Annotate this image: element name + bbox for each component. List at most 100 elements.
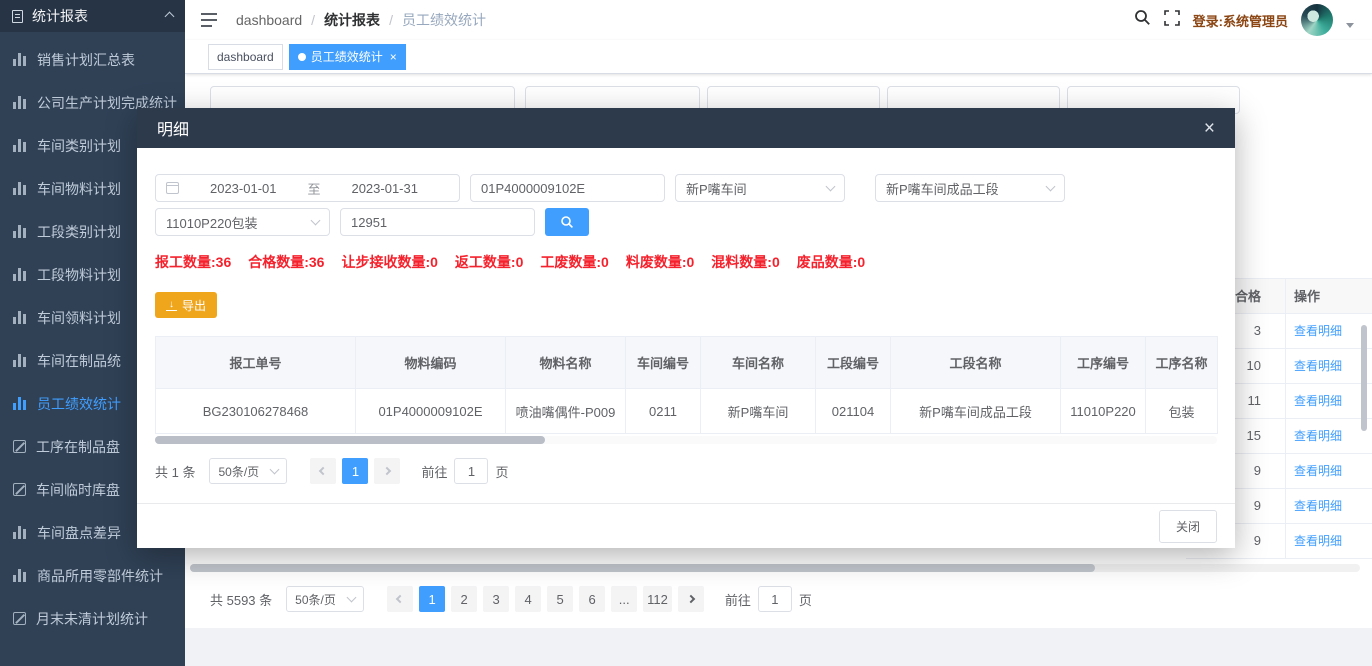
active-dot <box>298 53 306 61</box>
tab-dashboard[interactable]: dashboard <box>208 44 283 70</box>
page-button-1[interactable]: 1 <box>419 586 445 612</box>
chevron-right-icon <box>687 595 695 603</box>
horizontal-scrollbar[interactable] <box>190 564 1360 572</box>
prev-page-button[interactable] <box>310 458 336 484</box>
cell-material-code: 01P4000009102E <box>356 389 506 434</box>
vertical-scrollbar[interactable] <box>1361 325 1367 431</box>
prev-page-button[interactable] <box>387 586 413 612</box>
report-icon <box>12 10 23 23</box>
stat-mixed: 混料数量:0 <box>711 252 779 272</box>
breadcrumb-statistics[interactable]: 统计报表 <box>324 10 380 30</box>
bar-chart-icon <box>13 182 27 195</box>
scrollbar-thumb[interactable] <box>190 564 1095 572</box>
export-button[interactable]: 导出 <box>155 292 217 318</box>
col-material-code: 物料编码 <box>356 337 506 389</box>
stat-qualified: 合格数量:36 <box>248 252 324 272</box>
page-button-4[interactable]: 4 <box>515 586 541 612</box>
export-label: 导出 <box>182 297 206 314</box>
chevron-down-icon <box>347 592 357 602</box>
dialog-close-icon[interactable]: × <box>1204 119 1215 138</box>
close-button[interactable]: 关闭 <box>1159 510 1217 543</box>
search-button[interactable] <box>545 208 589 236</box>
sidebar-item-label: 工段类别计划 <box>37 222 121 242</box>
page-button-5[interactable]: 5 <box>547 586 573 612</box>
edit-icon <box>13 483 26 496</box>
bar-chart-icon <box>13 311 27 324</box>
next-page-button[interactable] <box>374 458 400 484</box>
content-footer-strip <box>185 628 1372 666</box>
page-size-value: 50条/页 <box>218 463 259 480</box>
col-workshop-no: 车间编号 <box>626 337 701 389</box>
search-icon[interactable] <box>1134 9 1151 31</box>
process-select[interactable]: 11010P220包装 <box>155 208 330 236</box>
tab-label: 员工绩效统计 <box>311 48 383 65</box>
tab-employee-performance[interactable]: 员工绩效统计 × <box>289 44 406 70</box>
breadcrumb-dashboard[interactable]: dashboard <box>236 12 302 28</box>
page-button-2[interactable]: 2 <box>451 586 477 612</box>
jump-page-input[interactable] <box>758 586 792 612</box>
workshop-value: 新P嘴车间 <box>686 179 747 198</box>
filter-row-2: 11010P220包装 <box>155 208 1217 236</box>
page-button-112[interactable]: 112 <box>643 586 672 612</box>
sidebar-item-label: 车间临时库盘 <box>36 480 120 500</box>
view-detail-link[interactable]: 查看明细 <box>1294 464 1342 478</box>
view-detail-link[interactable]: 查看明细 <box>1294 394 1342 408</box>
fullscreen-icon[interactable] <box>1164 10 1180 31</box>
next-page-button[interactable] <box>678 586 704 612</box>
view-detail-link[interactable]: 查看明细 <box>1294 534 1342 548</box>
date-range-picker[interactable]: 2023-01-01 至 2023-01-31 <box>155 174 460 202</box>
chevron-down-icon <box>1046 181 1056 191</box>
more-pages-button[interactable]: ... <box>611 586 637 612</box>
page-button-6[interactable]: 6 <box>579 586 605 612</box>
scrollbar-thumb[interactable] <box>155 436 545 444</box>
cell-workshop-name: 新P嘴车间 <box>701 389 816 434</box>
view-detail-link[interactable]: 查看明细 <box>1294 324 1342 338</box>
sidebar-item-month-end-plan[interactable]: 月末未清计划统计 <box>0 597 185 640</box>
sidebar-item-label: 月末未清计划统计 <box>36 609 148 629</box>
sidebar-item-label: 车间物料计划 <box>37 179 121 199</box>
sidebar-item-product-parts[interactable]: 商品所用零部件统计 <box>0 554 185 597</box>
navbar: dashboard / 统计报表 / 员工绩效统计 登录:系统管理员 <box>185 0 1372 40</box>
breadcrumb-separator: / <box>311 12 315 28</box>
detail-table-row: BG230106278468 01P4000009102E 喷油嘴偶件-P009… <box>156 389 1218 434</box>
view-detail-link[interactable]: 查看明细 <box>1294 359 1342 373</box>
sidebar-menu-statistics[interactable]: 统计报表 <box>0 0 185 32</box>
dialog-body: 2023-01-01 至 2023-01-31 新P嘴车间 新P嘴车间成品工段 <box>137 148 1235 503</box>
hamburger-icon[interactable] <box>200 12 218 28</box>
date-end-value[interactable]: 2023-01-31 <box>351 181 418 196</box>
page-size-select[interactable]: 50条/页 <box>286 586 364 612</box>
total-count: 共 1 条 <box>155 462 195 481</box>
bar-chart-icon <box>13 569 27 582</box>
sidebar-item-label: 车间类别计划 <box>37 136 121 156</box>
view-detail-link[interactable]: 查看明细 <box>1294 429 1342 443</box>
tags-view: dashboard 员工绩效统计 × <box>185 40 1372 74</box>
page-button-3[interactable]: 3 <box>483 586 509 612</box>
sidebar-item-label: 工序在制品盘 <box>36 437 120 457</box>
avatar[interactable] <box>1301 4 1333 36</box>
sidebar-item-sales-plan[interactable]: 销售计划汇总表 <box>0 38 185 81</box>
section-select[interactable]: 新P嘴车间成品工段 <box>875 174 1065 202</box>
date-start-value[interactable]: 2023-01-01 <box>210 181 277 196</box>
sidebar-item-label: 工段物料计划 <box>37 265 121 285</box>
col-workshop-name: 车间名称 <box>701 337 816 389</box>
col-process-no: 工序编号 <box>1061 337 1146 389</box>
sidebar-item-label: 商品所用零部件统计 <box>37 566 163 586</box>
detail-table-header-row: 报工单号 物料编码 物料名称 车间编号 车间名称 工段编号 工段名称 工序编号 … <box>156 337 1218 389</box>
workshop-select[interactable]: 新P嘴车间 <box>675 174 845 202</box>
bar-chart-icon <box>13 526 27 539</box>
breadcrumb-separator: / <box>389 12 393 28</box>
page-size-select[interactable]: 50条/页 <box>209 458 287 484</box>
stat-rework: 返工数量:0 <box>455 252 523 272</box>
modal-horizontal-scrollbar[interactable] <box>155 436 1217 444</box>
stat-waste: 废品数量:0 <box>797 252 865 272</box>
cell-process-no: 11010P220 <box>1061 389 1146 434</box>
stat-process-scrap: 工废数量:0 <box>540 252 608 272</box>
page-button-1[interactable]: 1 <box>342 458 368 484</box>
report-no-input[interactable] <box>340 208 535 236</box>
material-code-input[interactable] <box>470 174 665 202</box>
view-detail-link[interactable]: 查看明细 <box>1294 499 1342 513</box>
close-icon[interactable]: × <box>390 50 397 64</box>
page-jump: 前往 页 <box>421 458 508 484</box>
sidebar-item-label: 销售计划汇总表 <box>37 50 135 70</box>
jump-page-input[interactable] <box>454 458 488 484</box>
